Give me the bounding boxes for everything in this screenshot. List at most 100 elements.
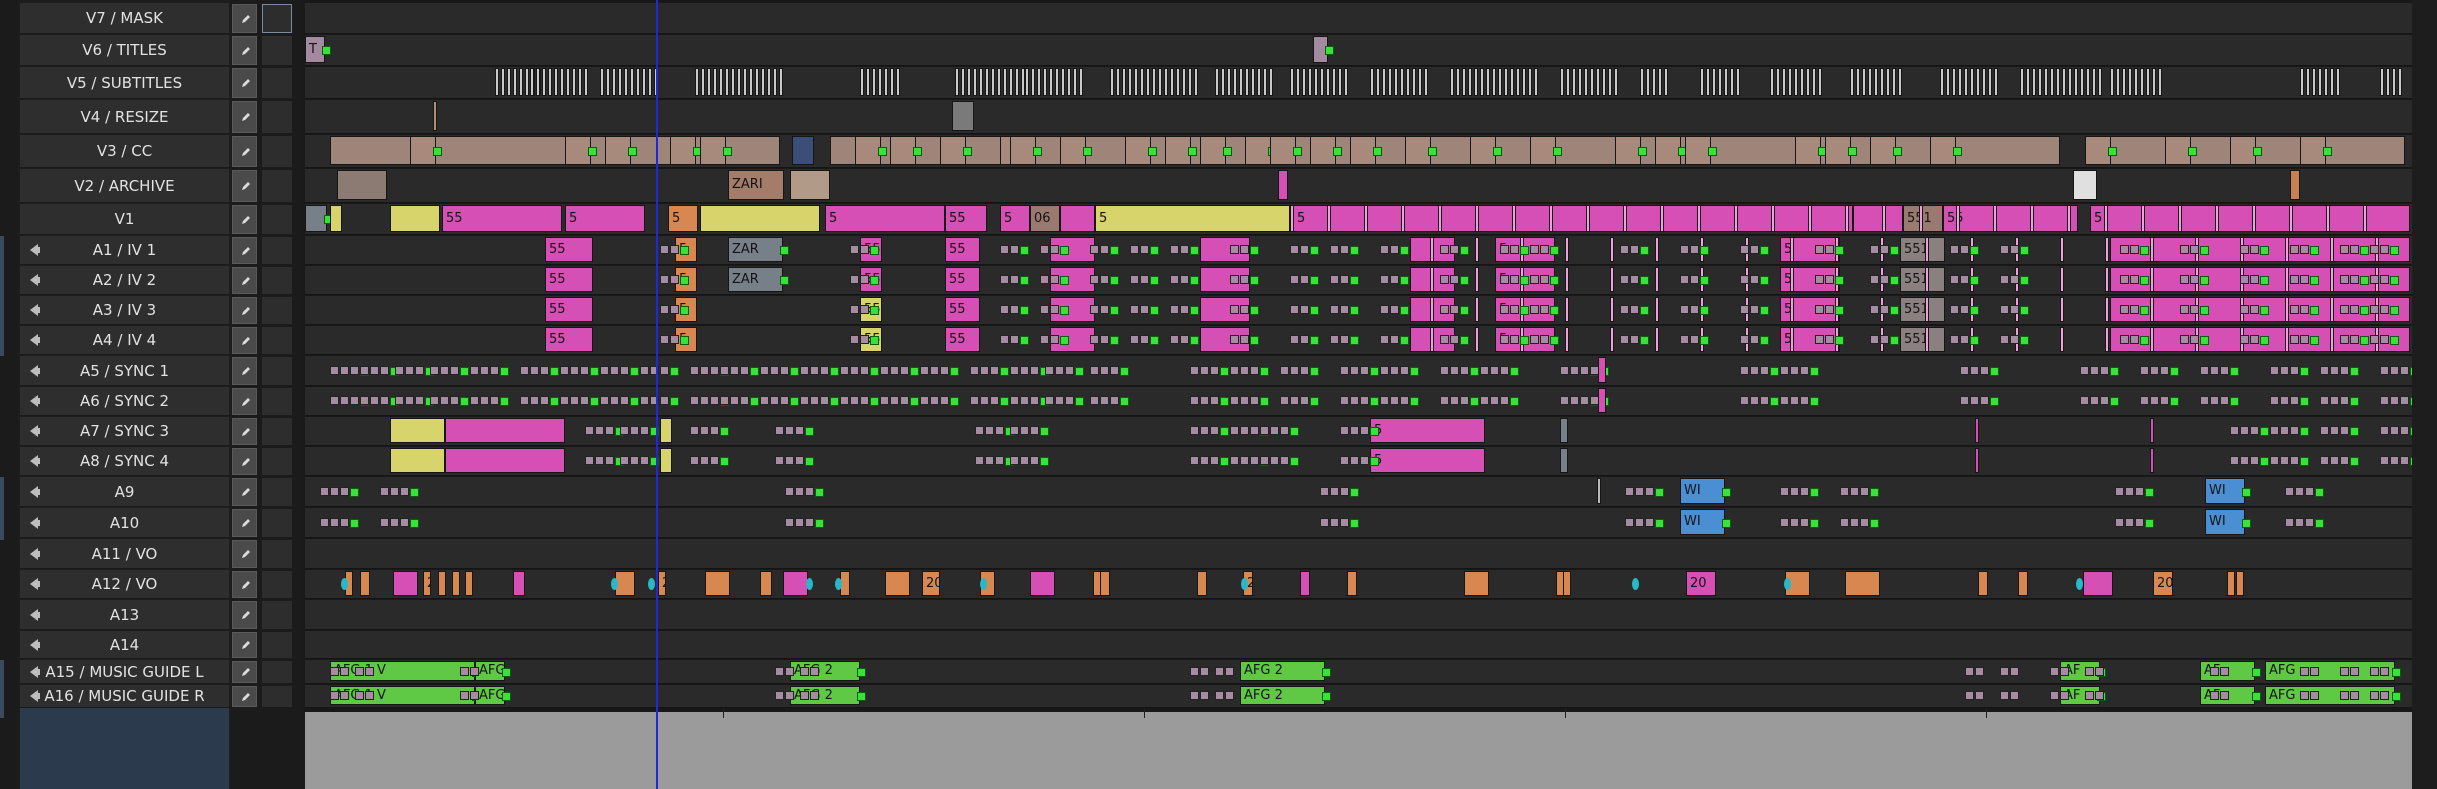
crossfade-clip[interactable] — [2220, 691, 2229, 700]
crossfade-clip[interactable] — [2280, 396, 2289, 405]
crossfade-clip[interactable] — [1690, 275, 1699, 284]
timeline-clip[interactable]: 55 — [545, 327, 593, 352]
track-lock-button[interactable] — [262, 237, 292, 264]
crossfade-clip[interactable] — [940, 365, 949, 375]
crossfade-clip[interactable] — [2380, 691, 2389, 700]
crossfade-clip[interactable] — [1200, 396, 1209, 405]
crossfade-clip[interactable] — [975, 456, 984, 465]
timeline-clip[interactable] — [507, 68, 511, 96]
timeline-clip[interactable] — [1565, 297, 1569, 322]
timeline-clip[interactable] — [1400, 68, 1404, 96]
crossfade-clip[interactable] — [690, 365, 699, 375]
crossfade-clip[interactable] — [1250, 426, 1259, 435]
timeline-clip[interactable] — [2105, 297, 2109, 322]
speaker-icon[interactable] — [30, 485, 40, 498]
track-edit-button[interactable] — [232, 267, 257, 294]
crossfade-clip[interactable] — [1270, 456, 1279, 465]
timeline-clip[interactable] — [1061, 68, 1065, 96]
timeline-clip[interactable]: AFG 1 V — [330, 686, 475, 705]
crossfade-clip[interactable] — [1560, 396, 1569, 405]
crossfade-clip[interactable] — [2290, 305, 2299, 314]
crossfade-clip[interactable] — [1300, 305, 1309, 314]
crossfade-clip[interactable] — [2340, 691, 2349, 700]
timeline-clip[interactable] — [390, 205, 440, 232]
timeline-clip[interactable] — [2330, 267, 2334, 292]
crossfade-clip[interactable] — [330, 666, 339, 676]
crossfade-clip[interactable] — [775, 666, 784, 676]
crossfade-clip[interactable] — [1300, 245, 1309, 254]
timeline-clip[interactable] — [1655, 237, 1659, 262]
crossfade-clip[interactable] — [1320, 486, 1329, 496]
crossfade-clip[interactable] — [520, 365, 529, 375]
timeline-clip[interactable] — [1528, 68, 1532, 96]
crossfade-clip[interactable] — [480, 365, 489, 375]
crossfade-clip[interactable] — [1780, 396, 1789, 405]
crossfade-clip[interactable] — [1210, 365, 1219, 375]
crossfade-clip[interactable] — [2305, 486, 2314, 496]
crossfade-clip[interactable] — [1000, 335, 1009, 344]
timeline-clip[interactable] — [952, 101, 974, 131]
crossfade-clip[interactable] — [970, 365, 979, 375]
track-header-19[interactable]: A12 / VO — [20, 570, 229, 599]
timeline-clip[interactable]: 5 — [1370, 418, 1485, 443]
crossfade-clip[interactable] — [1850, 517, 1859, 527]
timeline-clip[interactable] — [725, 68, 729, 96]
timeline-clip[interactable] — [1430, 327, 1434, 352]
crossfade-clip[interactable] — [395, 396, 404, 405]
timeline-clip[interactable] — [433, 101, 437, 131]
track-lock-button[interactable] — [262, 36, 292, 65]
timeline-clip[interactable] — [1438, 205, 1442, 232]
crossfade-clip[interactable] — [995, 426, 1004, 435]
crossfade-clip[interactable] — [690, 456, 699, 465]
crossfade-clip[interactable] — [1740, 396, 1749, 405]
speaker-icon[interactable] — [30, 244, 40, 256]
timeline-clip[interactable] — [1116, 68, 1120, 96]
track-edit-button[interactable] — [232, 478, 257, 506]
crossfade-clip[interactable] — [380, 517, 389, 527]
track-header-4[interactable]: V4 / RESIZE — [20, 100, 229, 134]
timeline-clip[interactable] — [2038, 68, 2042, 96]
timeline-clip[interactable] — [860, 68, 864, 96]
crossfade-clip[interactable] — [1330, 335, 1339, 344]
crossfade-clip[interactable] — [610, 396, 619, 405]
crossfade-clip[interactable] — [2300, 275, 2309, 284]
crossfade-clip[interactable] — [560, 396, 569, 405]
timeline-clip[interactable] — [560, 68, 564, 96]
timeline-clip[interactable] — [1925, 237, 1929, 262]
speaker-icon[interactable] — [30, 334, 40, 346]
crossfade-clip[interactable] — [1090, 245, 1099, 254]
crossfade-clip[interactable] — [2240, 275, 2249, 284]
crossfade-clip[interactable] — [975, 426, 984, 435]
crossfade-clip[interactable] — [1645, 486, 1654, 496]
timeline-clip[interactable] — [1079, 68, 1083, 96]
crossfade-clip[interactable] — [365, 666, 374, 676]
timeline-clip[interactable] — [1464, 571, 1489, 596]
crossfade-clip[interactable] — [1740, 245, 1749, 254]
timeline-clip[interactable] — [1886, 68, 1890, 96]
crossfade-clip[interactable] — [660, 396, 669, 405]
timeline-clip[interactable] — [1382, 68, 1386, 96]
timeline-clip[interactable] — [1475, 237, 1479, 262]
crossfade-clip[interactable] — [2340, 305, 2349, 314]
crossfade-clip[interactable] — [1965, 691, 1974, 700]
crossfade-clip[interactable] — [785, 486, 794, 496]
crossfade-clip[interactable] — [1390, 245, 1399, 254]
crossfade-clip[interactable] — [1130, 245, 1139, 254]
track-header-6[interactable]: V2 / ARCHIVE — [20, 169, 229, 203]
track-edit-button[interactable] — [232, 101, 257, 133]
crossfade-clip[interactable] — [1965, 666, 1974, 676]
timeline-clip[interactable] — [615, 571, 635, 596]
timeline-clip[interactable] — [1794, 68, 1798, 96]
timeline-clip[interactable] — [2044, 68, 2048, 96]
crossfade-clip[interactable] — [1975, 691, 1984, 700]
timeline-clip[interactable] — [1364, 205, 1368, 232]
crossfade-clip[interactable] — [1400, 365, 1409, 375]
crossfade-clip[interactable] — [1815, 245, 1824, 254]
crossfade-clip[interactable] — [330, 517, 339, 527]
crossfade-clip[interactable] — [2010, 666, 2019, 676]
timeline-clip[interactable] — [1925, 267, 1929, 292]
timeline-clip[interactable] — [2128, 68, 2132, 96]
timeline-clip[interactable] — [1664, 68, 1668, 96]
crossfade-clip[interactable] — [2400, 365, 2409, 375]
timeline-clip[interactable] — [1790, 327, 1794, 352]
